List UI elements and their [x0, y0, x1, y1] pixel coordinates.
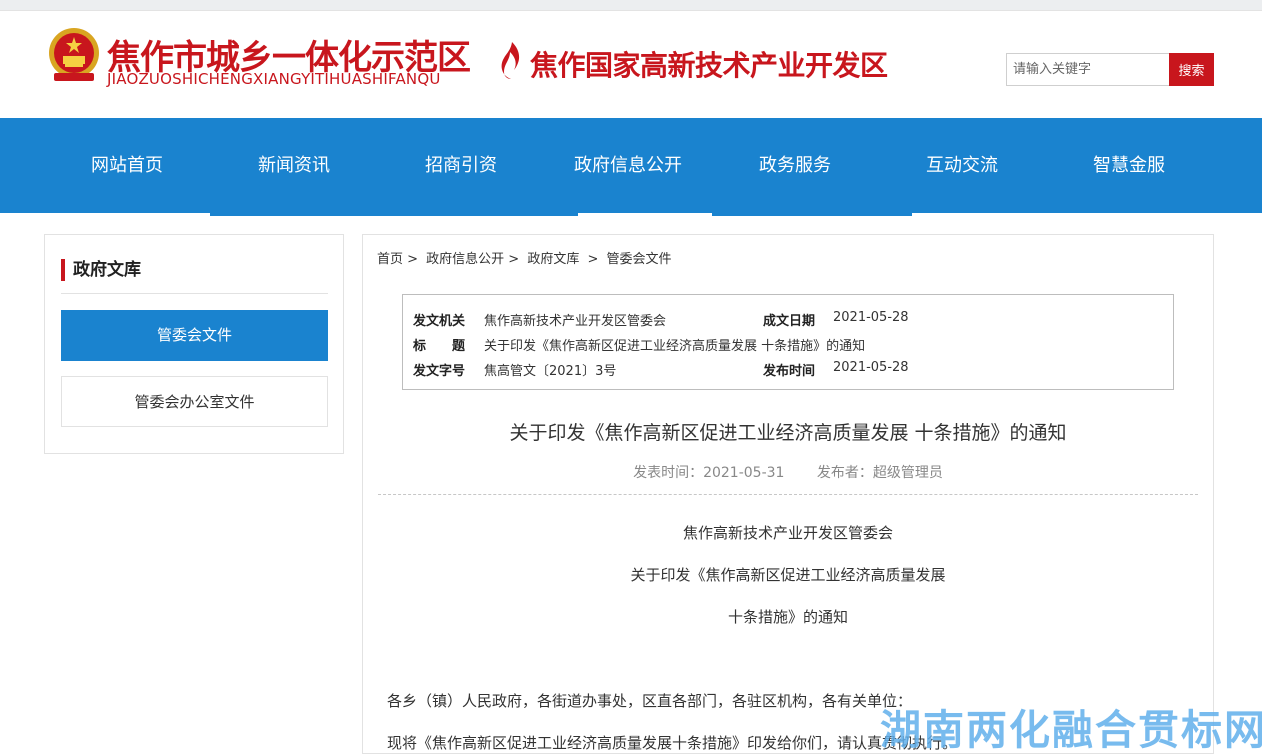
nav-active-underline-2: [712, 212, 912, 216]
article-info: 发表时间：2021-05-31 发布者：超级管理员: [362, 462, 1214, 482]
breadcrumb-library[interactable]: 政府文库: [527, 252, 579, 267]
article-line-1: 焦作高新技术产业开发区管委会: [682, 524, 893, 542]
sidebar-item-committee-files[interactable]: 管委会文件: [61, 310, 328, 361]
article-divider: [378, 494, 1198, 495]
article-publisher: 发布者：超级管理员: [816, 465, 943, 481]
nav-gov-service[interactable]: 政务服务: [712, 118, 878, 213]
meta-title: 关于印发《焦作高新区促进工业经济高质量发展 十条措施》的通知: [484, 339, 866, 354]
nav-active-underline: [210, 212, 578, 216]
sidebar-title: 政府文库: [61, 259, 141, 281]
breadcrumb-current[interactable]: 管委会文件: [607, 252, 672, 267]
hitech-zone-flame-icon: [501, 42, 520, 79]
nav-gov-info[interactable]: 政府信息公开: [544, 118, 712, 213]
sidebar: 政府文库 管委会文件 管委会办公室文件: [44, 234, 344, 454]
browser-top-strip: [0, 0, 1262, 11]
meta-publish: 2021-05-28: [833, 360, 909, 375]
search-button[interactable]: 搜索: [1169, 53, 1214, 86]
article-line-3: 十条措施》的通知: [727, 608, 848, 626]
sidebar-item-office-files[interactable]: 管委会办公室文件: [61, 376, 328, 427]
breadcrumb-home[interactable]: 首页 >: [377, 252, 418, 267]
meta-number: 焦高管文〔2021〕3号: [484, 364, 617, 379]
meta-date-label: 成文日期: [763, 314, 816, 329]
nav-news[interactable]: 新闻资讯: [210, 118, 378, 213]
national-emblem-icon: [49, 28, 99, 81]
nav-smart-finance[interactable]: 智慧金服: [1046, 118, 1212, 213]
logo-hitech-zone: 焦作国家高新技术产业开发区: [530, 49, 888, 82]
meta-issuer-label: 发文机关: [413, 314, 466, 329]
nav-investment[interactable]: 招商引资: [378, 118, 544, 213]
article-title: 关于印发《焦作高新区促进工业经济高质量发展 十条措施》的通知: [509, 422, 1067, 444]
meta-number-label: 发文字号: [413, 364, 466, 379]
meta-publish-label: 发布时间: [763, 364, 816, 379]
breadcrumb-gov-info[interactable]: 政府信息公开 >: [426, 252, 519, 267]
breadcrumb: 首页 > 政府信息公开 > 政府文库 > 管委会文件: [377, 248, 676, 267]
meta-date: 2021-05-28: [833, 310, 909, 325]
meta-title-label: 标 题: [413, 339, 466, 354]
article-paragraph-1: 各乡（镇）人民政府，各街道办事处，区直各部门，各驻区机构，各有关单位：: [387, 692, 913, 710]
article-line-2: 关于印发《焦作高新区促进工业经济高质量发展: [630, 566, 946, 584]
main-nav: 网站首页 新闻资讯 招商引资 政府信息公开 政务服务 互动交流 智慧金服: [0, 118, 1262, 213]
meta-issuer: 焦作高新技术产业开发区管委会: [484, 314, 667, 329]
article-paragraph-2: 现将《焦作高新区促进工业经济高质量发展十条措施》印发给你们，请认真贯彻执行。: [387, 734, 958, 752]
nav-interaction[interactable]: 互动交流: [878, 118, 1046, 213]
logo-city-pinyin: JIAOZUOSHICHENGXIANGYITIHUASHIFANQU: [107, 70, 441, 88]
breadcrumb-separator: >: [587, 252, 599, 267]
watermark: 湖南两化融合贯标网: [880, 706, 1262, 754]
document-meta-box: 发文机关 焦作高新技术产业开发区管委会 成文日期 2021-05-28 标 题 …: [402, 294, 1174, 390]
nav-home[interactable]: 网站首页: [44, 118, 210, 213]
sidebar-divider: [61, 293, 328, 294]
search-input[interactable]: [1006, 53, 1170, 86]
article-publish-time: 发表时间：2021-05-31: [633, 465, 785, 481]
